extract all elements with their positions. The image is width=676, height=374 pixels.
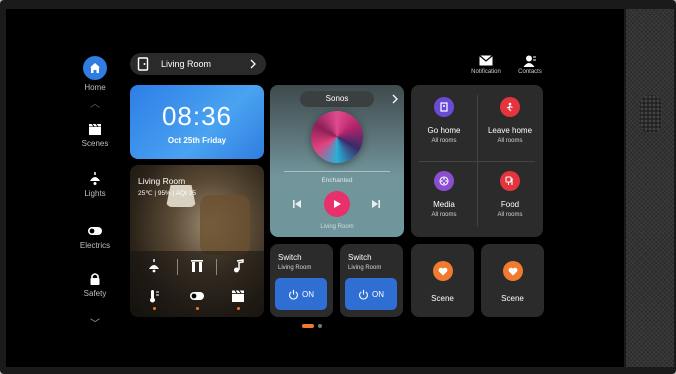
switch-title: Switch xyxy=(278,253,302,262)
scene-tile[interactable]: Scene xyxy=(481,244,544,317)
sidebar-item-label: Lights xyxy=(84,189,106,198)
play-icon xyxy=(334,200,341,208)
room-card-title: Living Room xyxy=(138,176,186,186)
clapperboard-icon[interactable] xyxy=(231,289,245,303)
scene-label: Food xyxy=(500,200,520,209)
sidebar-item-label: Scenes xyxy=(81,139,109,148)
page-indicator[interactable] xyxy=(318,324,322,328)
scenes-card: Go home All rooms Leave home All rooms M… xyxy=(411,85,543,237)
door-icon xyxy=(137,57,149,71)
scene-label: Media xyxy=(433,200,455,209)
switch-room: Living Room xyxy=(278,265,312,271)
clock-time: 08:36 xyxy=(161,101,233,131)
lock-icon xyxy=(90,273,100,285)
lamp-icon[interactable] xyxy=(147,259,161,273)
notification-button[interactable]: Notification xyxy=(466,55,506,75)
sidebar-item-home[interactable]: Home xyxy=(72,56,118,92)
contacts-button[interactable]: Contacts xyxy=(512,55,548,75)
switch-card: Switch Living Room ON xyxy=(340,244,403,317)
toggle-icon[interactable] xyxy=(189,290,205,302)
clock-date: Oct 25th Friday xyxy=(167,136,227,145)
clock-card: 08:36 Oct 25th Friday xyxy=(130,85,264,159)
leave-home-icon xyxy=(500,97,520,117)
scene-label: Leave home xyxy=(487,126,533,135)
scene-tile-label: Scene xyxy=(501,294,524,303)
chair xyxy=(200,195,250,255)
scene-label: Go home xyxy=(427,126,461,135)
status-dot xyxy=(153,307,156,310)
sensor xyxy=(640,95,662,133)
scene-tile-label: Scene xyxy=(431,294,454,303)
switch-card: Switch Living Room ON xyxy=(270,244,333,317)
scene-tile[interactable]: Scene xyxy=(411,244,474,317)
chevron-up-icon[interactable]: ︿ xyxy=(90,95,100,110)
media-icon xyxy=(434,171,454,191)
curtain-icon[interactable] xyxy=(190,259,204,273)
switch-room: Living Room xyxy=(348,265,382,271)
sidebar-item-label: Electrics xyxy=(79,241,111,250)
mail-icon xyxy=(479,55,493,66)
music-source[interactable]: Sonos xyxy=(300,91,374,107)
toggle-icon xyxy=(88,227,102,235)
heart-icon xyxy=(502,261,523,281)
scene-sub: All rooms xyxy=(431,212,457,218)
music-note-icon[interactable] xyxy=(231,259,245,273)
switch-on-button[interactable]: ON xyxy=(275,278,327,310)
switch-on-button[interactable]: ON xyxy=(345,278,397,310)
status-dot xyxy=(237,307,240,310)
divider xyxy=(216,259,217,275)
page-indicator-active[interactable] xyxy=(302,324,314,328)
room-selector-label: Living Room xyxy=(161,59,212,69)
divider xyxy=(419,161,535,162)
music-room: Living Room xyxy=(320,224,354,230)
room-selector[interactable]: Living Room xyxy=(130,53,266,75)
sidebar-item-lights[interactable]: Lights xyxy=(72,172,118,198)
lamp-icon xyxy=(90,172,100,185)
scene-sub: All rooms xyxy=(497,138,523,144)
room-controls xyxy=(130,251,264,317)
progress-track[interactable] xyxy=(284,171,390,172)
switch-title: Switch xyxy=(348,253,372,262)
power-icon xyxy=(289,289,298,300)
switch-state: ON xyxy=(372,289,384,299)
sidebar-item-scenes[interactable]: Scenes xyxy=(72,122,118,148)
go-home-icon xyxy=(434,97,454,117)
scene-sub: All rooms xyxy=(431,138,457,144)
album-art xyxy=(311,111,363,163)
chevron-down-icon[interactable]: ﹀ xyxy=(90,315,100,330)
scene-media[interactable]: Media All rooms xyxy=(411,171,477,218)
divider xyxy=(177,259,178,275)
status-dot xyxy=(196,307,199,310)
contacts-icon xyxy=(523,55,536,67)
speaker-grille xyxy=(626,9,674,367)
chevron-right-icon[interactable] xyxy=(391,94,399,104)
previous-icon[interactable] xyxy=(292,199,302,209)
track-title: Enchanted xyxy=(321,177,353,184)
music-card: Sonos Enchanted Living Room xyxy=(270,85,404,237)
sidebar-item-label: Safety xyxy=(83,289,107,298)
switch-state: ON xyxy=(302,289,314,299)
scene-sub: All rooms xyxy=(497,212,523,218)
power-icon xyxy=(359,289,368,300)
chevron-right-icon xyxy=(250,59,256,69)
scene-food[interactable]: Food All rooms xyxy=(477,171,543,218)
food-icon xyxy=(500,171,520,191)
home-icon xyxy=(83,56,107,80)
clapperboard-icon xyxy=(89,123,101,135)
sidebar-item-label: Home xyxy=(84,83,106,92)
thermometer-icon[interactable] xyxy=(148,289,160,303)
notification-label: Notification xyxy=(471,69,501,75)
room-card: Living Room 25℃ | 95% | AQI 25 xyxy=(130,165,264,317)
next-icon[interactable] xyxy=(371,199,381,209)
sidebar-item-safety[interactable]: Safety xyxy=(72,272,118,298)
sidebar-item-electrics[interactable]: Electrics xyxy=(72,224,118,250)
contacts-label: Contacts xyxy=(518,69,542,75)
scene-go-home[interactable]: Go home All rooms xyxy=(411,97,477,144)
room-card-stats: 25℃ | 95% | AQI 25 xyxy=(138,190,197,197)
heart-icon xyxy=(432,261,453,281)
play-button[interactable] xyxy=(324,191,350,217)
scene-leave-home[interactable]: Leave home All rooms xyxy=(477,97,543,144)
